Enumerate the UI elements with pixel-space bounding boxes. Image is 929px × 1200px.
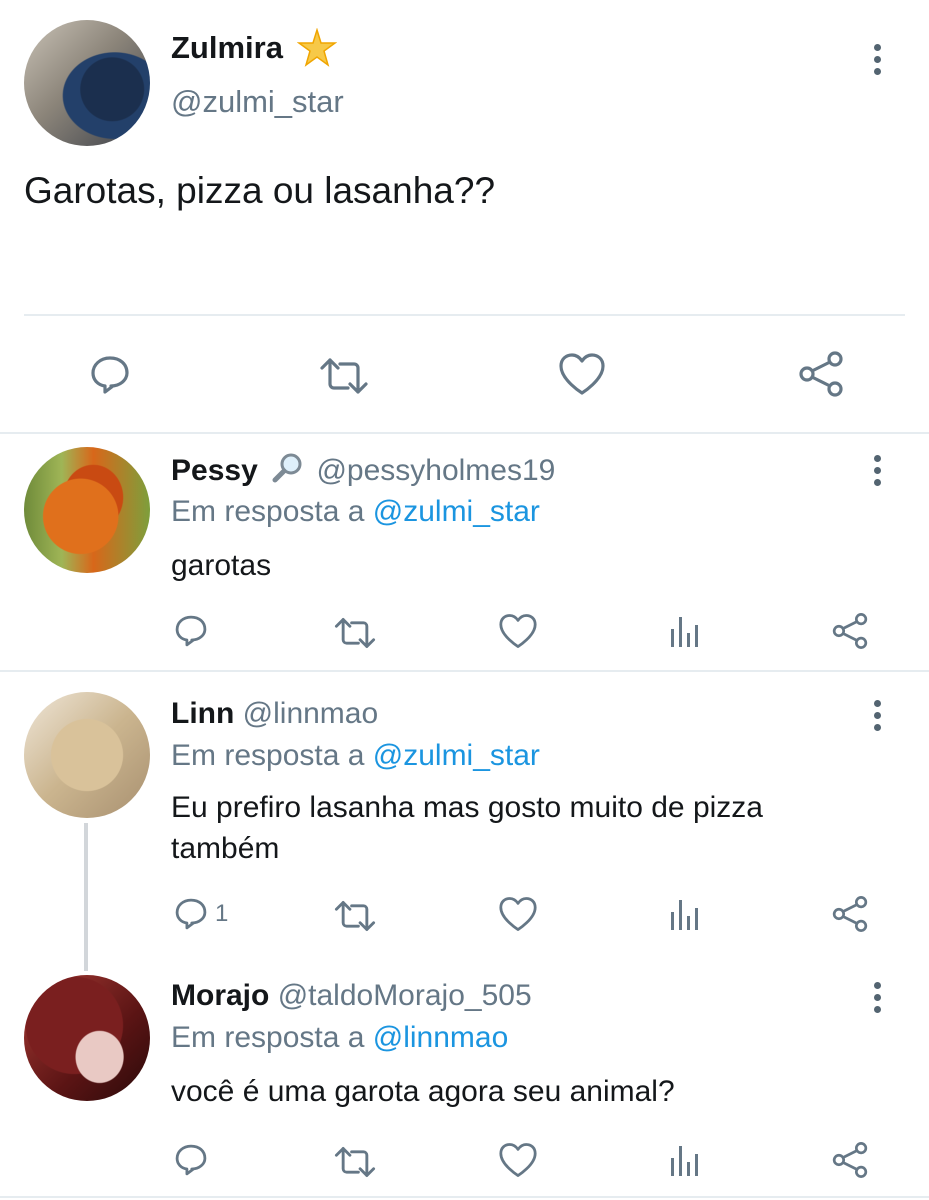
like-icon[interactable] [558, 352, 606, 396]
reply-prefix: Em resposta a [171, 495, 365, 528]
magnifier-icon [272, 452, 304, 492]
avatar[interactable] [24, 692, 150, 818]
reply-icon[interactable] [173, 613, 215, 649]
star-icon [296, 27, 338, 76]
author-handle[interactable]: @zulmi_star [171, 84, 344, 120]
avatar[interactable] [24, 20, 150, 146]
share-icon[interactable] [831, 612, 869, 650]
reply-to-link[interactable]: @zulmi_star [373, 495, 540, 528]
author-name[interactable]: Linn [171, 697, 234, 730]
share-icon[interactable] [831, 895, 869, 933]
reply-text: Eu prefiro lasanha mas gosto muito de pi… [171, 791, 763, 865]
author-handle[interactable]: @linnmao [243, 697, 379, 730]
reply-count: 1 [215, 900, 229, 927]
analytics-icon[interactable] [669, 896, 701, 932]
divider [0, 1196, 929, 1198]
divider [0, 670, 929, 672]
more-options-icon[interactable] [874, 44, 882, 80]
like-icon[interactable] [498, 896, 538, 932]
reply-to-link[interactable]: @linnmao [373, 1021, 509, 1054]
reply-icon[interactable]: 1 [173, 896, 228, 932]
author-name[interactable]: Zulmira [171, 30, 283, 66]
author-handle[interactable]: @pessyholmes19 [316, 454, 555, 487]
analytics-icon[interactable] [669, 613, 701, 649]
reply-icon[interactable] [88, 353, 132, 397]
like-icon[interactable] [498, 1142, 538, 1178]
divider [24, 314, 905, 316]
divider [0, 432, 929, 434]
reply-text: você é uma garota agora seu animal? [171, 1075, 675, 1108]
more-options-icon[interactable] [874, 455, 882, 491]
retweet-icon[interactable] [333, 616, 377, 650]
reply-header: Linn @linnmao [171, 697, 378, 731]
reply-context: Em resposta a @zulmi_star [171, 495, 540, 529]
author-name[interactable]: Pessy [171, 454, 258, 487]
reply-text: garotas [171, 549, 272, 582]
like-icon[interactable] [498, 613, 538, 649]
retweet-icon[interactable] [318, 356, 370, 396]
avatar[interactable] [24, 975, 150, 1101]
more-options-icon[interactable] [874, 700, 882, 736]
author-name[interactable]: Morajo [171, 979, 269, 1012]
share-icon[interactable] [831, 1141, 869, 1179]
thread-line [84, 823, 88, 971]
retweet-icon[interactable] [333, 1145, 377, 1179]
reply-context: Em resposta a @linnmao [171, 1021, 508, 1055]
reply-header: Morajo @taldoMorajo_505 [171, 979, 532, 1013]
retweet-icon[interactable] [333, 899, 377, 933]
reply-header: Pessy @pessyholmes19 [171, 452, 555, 492]
reply-context: Em resposta a @zulmi_star [171, 739, 540, 773]
reply-prefix: Em resposta a [171, 1021, 365, 1054]
avatar[interactable] [24, 447, 150, 573]
share-icon[interactable] [797, 350, 845, 398]
reply-to-link[interactable]: @zulmi_star [373, 739, 540, 772]
tweet-text: Garotas, pizza ou lasanha?? [24, 170, 496, 211]
more-options-icon[interactable] [874, 982, 882, 1018]
author-handle[interactable]: @taldoMorajo_505 [278, 979, 532, 1012]
analytics-icon[interactable] [669, 1142, 701, 1178]
reply-icon[interactable] [173, 1142, 215, 1178]
reply-prefix: Em resposta a [171, 739, 365, 772]
